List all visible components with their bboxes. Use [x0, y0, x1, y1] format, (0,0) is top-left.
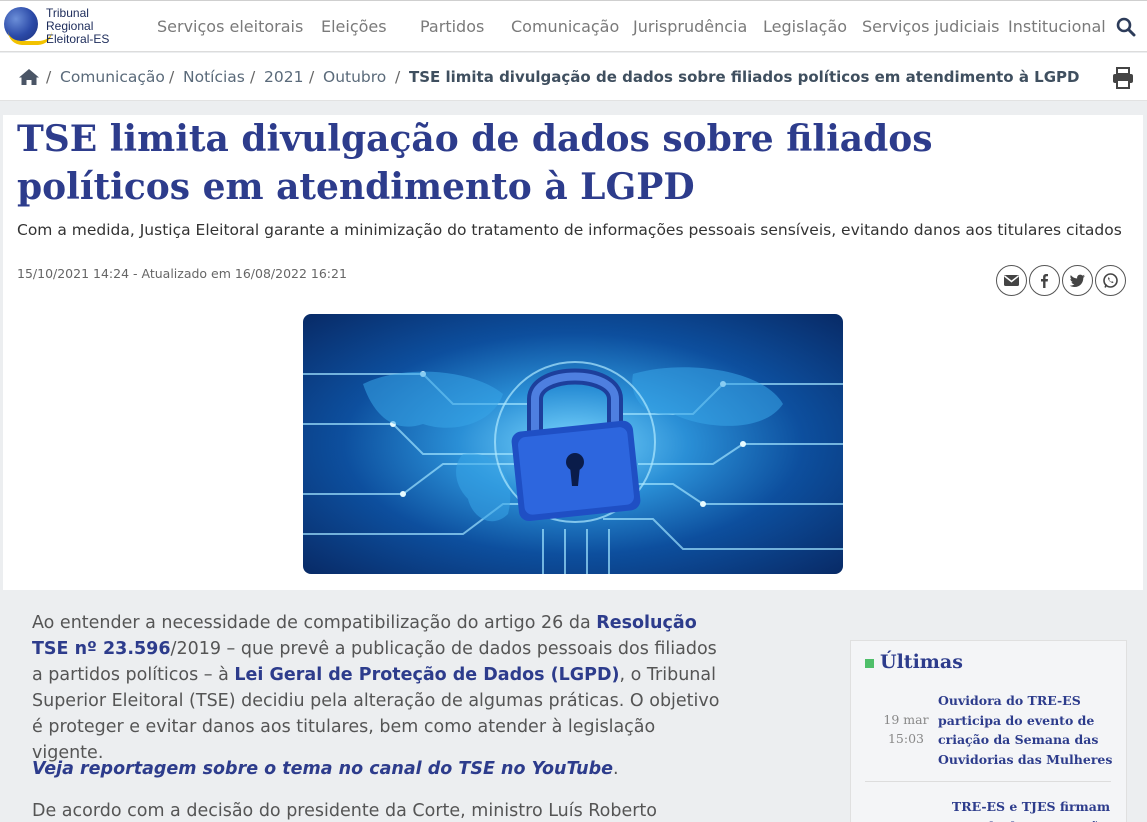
share-whatsapp-button[interactable] — [1095, 265, 1126, 296]
envelope-icon — [1004, 275, 1019, 286]
breadcrumb-separator: / — [46, 68, 52, 86]
article-paragraph-3: De acordo com a decisão do presidente da… — [32, 801, 658, 821]
news-time: 15:03 — [887, 731, 925, 746]
nav-institucional[interactable]: Institucional — [1008, 17, 1106, 36]
nav-jurisprudencia[interactable]: Jurisprudência — [633, 17, 747, 36]
search-icon[interactable] — [1116, 17, 1136, 37]
article-hero-image — [303, 314, 843, 574]
share-email-button[interactable] — [996, 265, 1027, 296]
news-item-title[interactable]: Ouvidora do TRE-ES participa do evento d… — [938, 691, 1118, 769]
breadcrumb-current: TSE limita divulgação de dados sobre fil… — [409, 68, 1080, 86]
nav-comunicacao[interactable]: Comunicação — [511, 17, 619, 36]
twitter-icon — [1069, 274, 1085, 287]
news-date: 19 mar 15:03 — [881, 710, 931, 748]
latest-news-heading: Últimas — [865, 651, 963, 673]
lgpd-link[interactable]: Lei Geral de Proteção de Dados (LGPD) — [234, 665, 619, 685]
nav-servicos-judiciais[interactable]: Serviços judiciais — [862, 17, 1000, 36]
facebook-icon — [1041, 274, 1048, 288]
article-body: Ao entender a necessidade de compatibili… — [0, 590, 850, 822]
nav-servicos-eleitorais[interactable]: Serviços eleitorais — [157, 17, 303, 36]
article-title: TSE limita divulgação de dados sobre fil… — [17, 118, 933, 208]
top-navbar: Tribunal Regional Eleitoral-ES Serviços … — [0, 0, 1147, 52]
nav-eleicoes[interactable]: Eleições — [321, 17, 387, 36]
breadcrumb-outubro[interactable]: Outubro — [323, 68, 386, 86]
paragraph-text: . — [613, 759, 619, 779]
site-logo[interactable]: Tribunal Regional Eleitoral-ES — [4, 5, 116, 49]
breadcrumb-separator: / — [309, 68, 315, 86]
home-icon[interactable] — [18, 68, 40, 86]
breadcrumb: / Comunicação / Notícias / 2021 / Outubr… — [0, 53, 1147, 101]
padlock-circuit-illustration — [303, 361, 843, 574]
share-twitter-button[interactable] — [1062, 265, 1093, 296]
article-header-card: TSE limita divulgação de dados sobre fil… — [3, 115, 1143, 590]
breadcrumb-separator: / — [250, 68, 256, 86]
logo-text: Tribunal Regional Eleitoral-ES — [46, 7, 118, 46]
article-paragraph-2: Veja reportagem sobre o tema no canal do… — [32, 756, 732, 782]
news-divider — [865, 781, 1111, 782]
paragraph-text: Ao entender a necessidade de compatibili… — [32, 613, 597, 633]
breadcrumb-noticias[interactable]: Notícias — [183, 68, 245, 86]
breadcrumb-2021[interactable]: 2021 — [264, 68, 303, 86]
news-day: 19 mar — [883, 712, 929, 727]
youtube-report-link[interactable]: Veja reportagem sobre o tema no canal do… — [32, 759, 613, 779]
breadcrumb-separator: / — [395, 68, 401, 86]
nav-partidos[interactable]: Partidos — [420, 17, 484, 36]
article-paragraph-1: Ao entender a necessidade de compatibili… — [32, 610, 732, 766]
whatsapp-icon — [1103, 273, 1118, 288]
article-subtitle: Com a medida, Justiça Eleitoral garante … — [17, 221, 1122, 239]
news-item-title[interactable]: TRE-ES e TJES firmam acordo de cooperaçã… — [941, 797, 1121, 822]
logo-line-3: Eleitoral-ES — [46, 32, 110, 46]
print-icon[interactable] — [1112, 67, 1134, 89]
latest-news-panel: Últimas 19 mar 15:03 Ouvidora do TRE-ES … — [850, 640, 1127, 822]
share-facebook-button[interactable] — [1029, 265, 1060, 296]
article-date: 15/10/2021 14:24 - Atualizado em 16/08/2… — [17, 266, 347, 281]
breadcrumb-separator: / — [169, 68, 175, 86]
breadcrumb-comunicacao[interactable]: Comunicação — [60, 68, 165, 86]
nav-legislacao[interactable]: Legislação — [763, 17, 847, 36]
